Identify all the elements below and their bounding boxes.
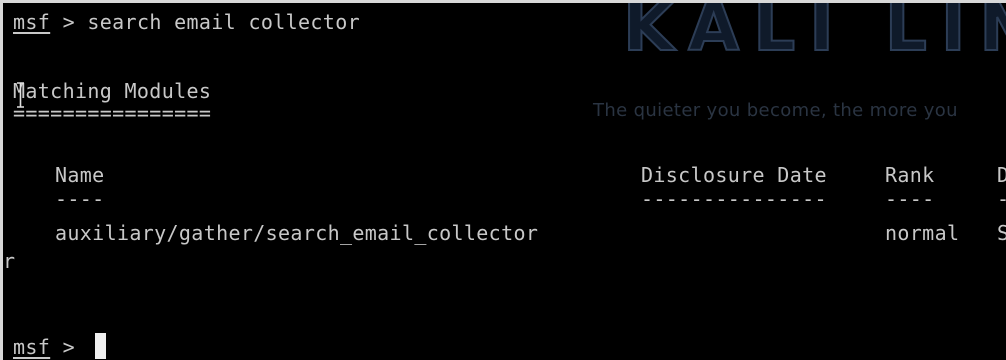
separator-disclosure-date: ---------------: [641, 187, 827, 211]
kali-tagline-watermark: The quieter you become, the more you: [593, 100, 958, 121]
prompt-label: msf: [13, 10, 51, 34]
column-header-name: Name: [55, 163, 105, 187]
column-header-disclosure-date: Disclosure Date: [641, 163, 827, 187]
prompt-label: msf: [13, 335, 51, 359]
input-prompt-line[interactable]: msf >: [13, 333, 107, 359]
text-cursor-icon: [17, 82, 24, 108]
table-row-module-name: auxiliary/gather/search_email_collector: [55, 221, 539, 245]
command-line: msf > search email collector: [13, 10, 360, 34]
table-row-rank: normal: [885, 221, 960, 245]
column-header-rank: Rank: [885, 163, 935, 187]
command-text: search email collector: [87, 10, 360, 34]
separator-name: ----: [55, 187, 105, 211]
prompt-separator: >: [50, 10, 88, 34]
text-caret: [95, 333, 107, 359]
terminal-window[interactable]: KALI LIN The quieter you become, the mor…: [0, 0, 1006, 360]
column-header-description: D: [997, 163, 1006, 187]
table-row-wrapped-text: r: [3, 249, 16, 273]
separator-rank: ----: [885, 187, 935, 211]
separator-description: -: [997, 187, 1006, 211]
heading-underline: ================: [13, 101, 212, 125]
matching-modules-heading: Matching Modules: [13, 79, 212, 103]
kali-logo-watermark: KALI LIN: [622, 0, 1006, 67]
table-row-description: S: [997, 221, 1006, 245]
prompt-separator: >: [50, 335, 88, 359]
